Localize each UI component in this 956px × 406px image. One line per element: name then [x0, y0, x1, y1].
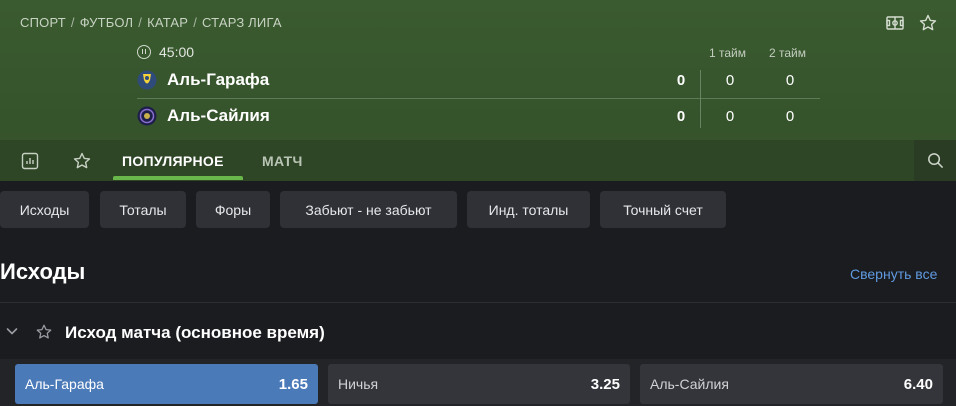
pause-icon — [137, 45, 151, 59]
outcome-odds: 3.25 — [590, 375, 620, 393]
match-timer: 45:00 — [137, 44, 194, 60]
outcome-label: Аль-Сайлия — [650, 376, 729, 392]
filter-chip-totals[interactable]: Тоталы — [100, 191, 186, 228]
collapse-all-link[interactable]: Свернуть все — [850, 266, 937, 282]
odds-button-home[interactable]: Аль-Гарафа 1.65 — [15, 364, 318, 404]
period-header-1: 1 тайм — [709, 46, 746, 60]
search-button[interactable] — [914, 140, 956, 181]
star-icon[interactable] — [917, 12, 939, 34]
outcome-odds: 6.40 — [903, 375, 933, 393]
breadcrumb-item-country[interactable]: КАТАР — [147, 15, 188, 30]
breadcrumb-item-sport[interactable]: СПОРТ — [20, 15, 66, 30]
outcome-odds: 1.65 — [278, 375, 308, 393]
tab-match[interactable]: МАТЧ — [262, 140, 303, 181]
filter-chip-outcomes[interactable]: Исходы — [0, 191, 89, 228]
tab-popular[interactable]: ПОПУЛЯРНОЕ — [122, 140, 224, 181]
stats-icon[interactable] — [15, 140, 45, 181]
filter-chip-both-score[interactable]: Забьют - не забьют — [280, 191, 457, 228]
match-time: 45:00 — [159, 44, 195, 60]
breadcrumb-item-league[interactable]: СТАРЗ ЛИГА — [202, 15, 282, 30]
section-title: Исходы — [0, 259, 86, 284]
team-name: Аль-Сайлия — [167, 106, 270, 125]
outcome-label: Ничья — [338, 376, 379, 392]
filter-chip-exact-score[interactable]: Точный счет — [600, 191, 726, 228]
odds-button-draw[interactable]: Ничья 3.25 — [328, 364, 630, 404]
team-score-half-2: 0 — [785, 107, 795, 125]
odds-button-away[interactable]: Аль-Сайлия 6.40 — [640, 364, 943, 404]
team-score: 0 — [676, 71, 686, 89]
market-header[interactable]: Исход матча (основное время) — [0, 315, 956, 351]
breadcrumb-separator: / — [138, 15, 143, 30]
team-score: 0 — [676, 107, 686, 125]
team-logo-icon — [137, 106, 157, 126]
field-icon[interactable] — [884, 12, 906, 34]
breadcrumb-separator: / — [193, 15, 197, 30]
breadcrumb-item-football[interactable]: ФУТБОЛ — [80, 15, 134, 30]
period-header-2: 2 тайм — [769, 46, 806, 60]
team-row-away: Аль-Сайлия 0 0 0 — [137, 98, 820, 134]
team-logo-icon — [137, 70, 157, 90]
team-name: Аль-Гарафа — [167, 70, 270, 89]
team-row-home: Аль-Гарафа 0 0 0 — [137, 62, 820, 98]
score-divider — [700, 70, 701, 128]
match-tabs: ПОПУЛЯРНОЕ МАТЧ — [0, 140, 956, 181]
filter-chip-handicaps[interactable]: Форы — [196, 191, 270, 228]
filter-chip-ind-totals[interactable]: Инд. тоталы — [467, 191, 590, 228]
breadcrumb: СПОРТ / ФУТБОЛ / КАТАР / СТАРЗ ЛИГА — [20, 15, 282, 30]
search-icon — [927, 153, 943, 168]
team-score-half-1: 0 — [725, 71, 735, 89]
section-divider — [0, 302, 956, 303]
star-icon[interactable] — [67, 140, 97, 181]
active-tab-indicator — [113, 176, 243, 180]
breadcrumb-separator: / — [70, 15, 75, 30]
team-score-half-1: 0 — [725, 107, 735, 125]
team-score-half-2: 0 — [785, 71, 795, 89]
chevron-down-icon[interactable] — [4, 323, 20, 339]
market-title: Исход матча (основное время) — [65, 323, 325, 342]
star-icon[interactable] — [35, 323, 53, 341]
outcome-label: Аль-Гарафа — [25, 376, 104, 392]
